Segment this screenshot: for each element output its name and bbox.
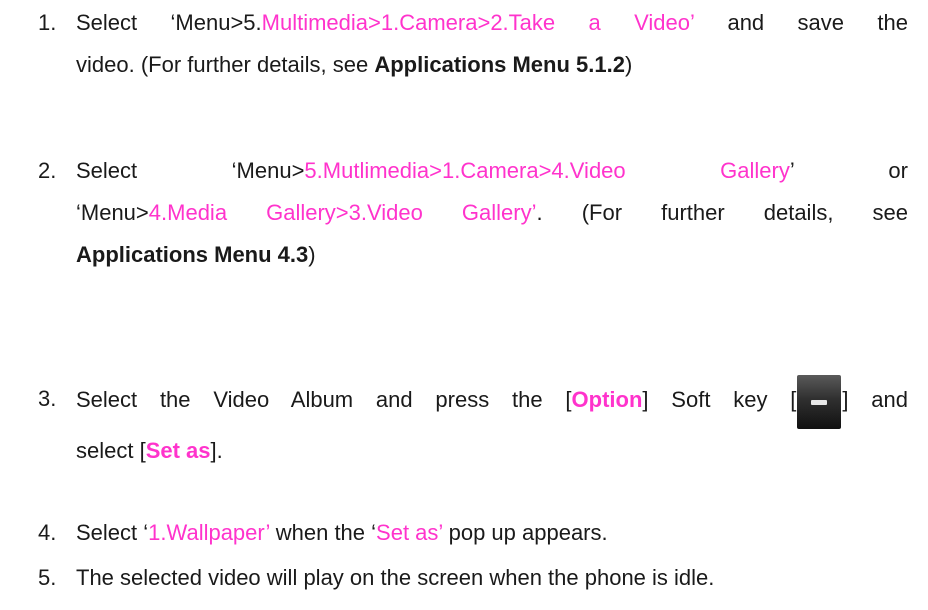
text-segment: Select ‘ [76,520,149,545]
step-text: Select ‘Menu>5.Multimedia>1.Camera>2.Tak… [76,2,908,86]
text-segment: when the ‘ [269,520,377,545]
minus-softkey-icon [797,375,842,429]
text-segment: and save the [694,10,908,35]
text-segment: select [ [76,438,146,463]
option-key-label: Option [571,387,643,412]
wallpaper-option-highlight: 1.Wallpaper’ [148,520,270,545]
text-segment: Select ‘Menu> [76,158,305,183]
step-text: Select ‘Menu>5.Mutlimedia>1.Camera>4.Vid… [76,150,908,276]
step-line: Select ‘Menu>5.Mutlimedia>1.Camera>4.Vid… [76,150,908,192]
step-line: Select the Video Album and press the [Op… [76,375,908,429]
step-text: Select ‘1.Wallpaper’ when the ‘Set as’ p… [76,512,908,554]
step-5: 5. The selected video will play on the s… [38,557,918,599]
menu-path-highlight: 5.Mutlimedia>1.Camera>4.Video Gallery [304,158,790,183]
step-number: 2. [38,158,57,183]
step-number: 4. [38,520,57,545]
step-2: 2. Select ‘Menu>5.Mutlimedia>1.Camera>4.… [38,150,918,276]
text-segment: ) [308,242,316,267]
instruction-list: 1. Select ‘Menu>5.Multimedia>1.Camera>2.… [0,0,928,610]
text-segment: ‘Menu> [76,200,149,225]
step-line: select [Set as]. [76,429,908,473]
reference-bold: Applications Menu 5.1.2 [374,52,625,77]
text-segment: pop up appears. [442,520,608,545]
step-line: Applications Menu 4.3) [76,234,908,276]
text-segment: ) [624,52,633,77]
text-segment: ] Soft key [ [642,387,797,412]
step-number: 5. [38,565,57,590]
reference-bold: Applications Menu 4.3 [76,242,309,267]
step-line: Select ‘1.Wallpaper’ when the ‘Set as’ p… [76,512,908,554]
step-1: 1. Select ‘Menu>5.Multimedia>1.Camera>2.… [38,2,918,86]
step-line: Select ‘Menu>5.Multimedia>1.Camera>2.Tak… [76,2,908,44]
step-number: 3. [38,386,57,411]
step-line: The selected video will play on the scre… [76,557,908,599]
text-segment: Select ‘Menu>5. [76,10,262,35]
text-segment: The selected video will play on the scre… [76,565,715,590]
text-segment: ] and [842,387,908,412]
menu-path-highlight: Multimedia>1.Camera>2.Take a Video’ [261,10,695,35]
step-text: Select the Video Album and press the [Op… [76,375,908,473]
set-as-highlight: Set as’ [376,520,443,545]
step-3: 3. Select the Video Album and press the … [38,375,918,473]
text-segment: video. (For further details, see [76,52,375,77]
text-segment: Select the Video Album and press the [ [76,387,572,412]
step-4: 4. Select ‘1.Wallpaper’ when the ‘Set as… [38,512,918,554]
step-number: 1. [38,10,57,35]
step-line: ‘Menu>4.Media Gallery>3.Video Gallery’. … [76,192,908,234]
menu-path-highlight: 4.Media Gallery>3.Video Gallery’ [148,200,537,225]
text-segment: ’ or [789,158,908,183]
text-segment: ]. [210,438,223,463]
step-line: video. (For further details, see Applica… [76,44,908,86]
step-text: The selected video will play on the scre… [76,557,908,599]
set-as-label: Set as [145,438,211,463]
text-segment: . (For further details, see [536,200,908,225]
